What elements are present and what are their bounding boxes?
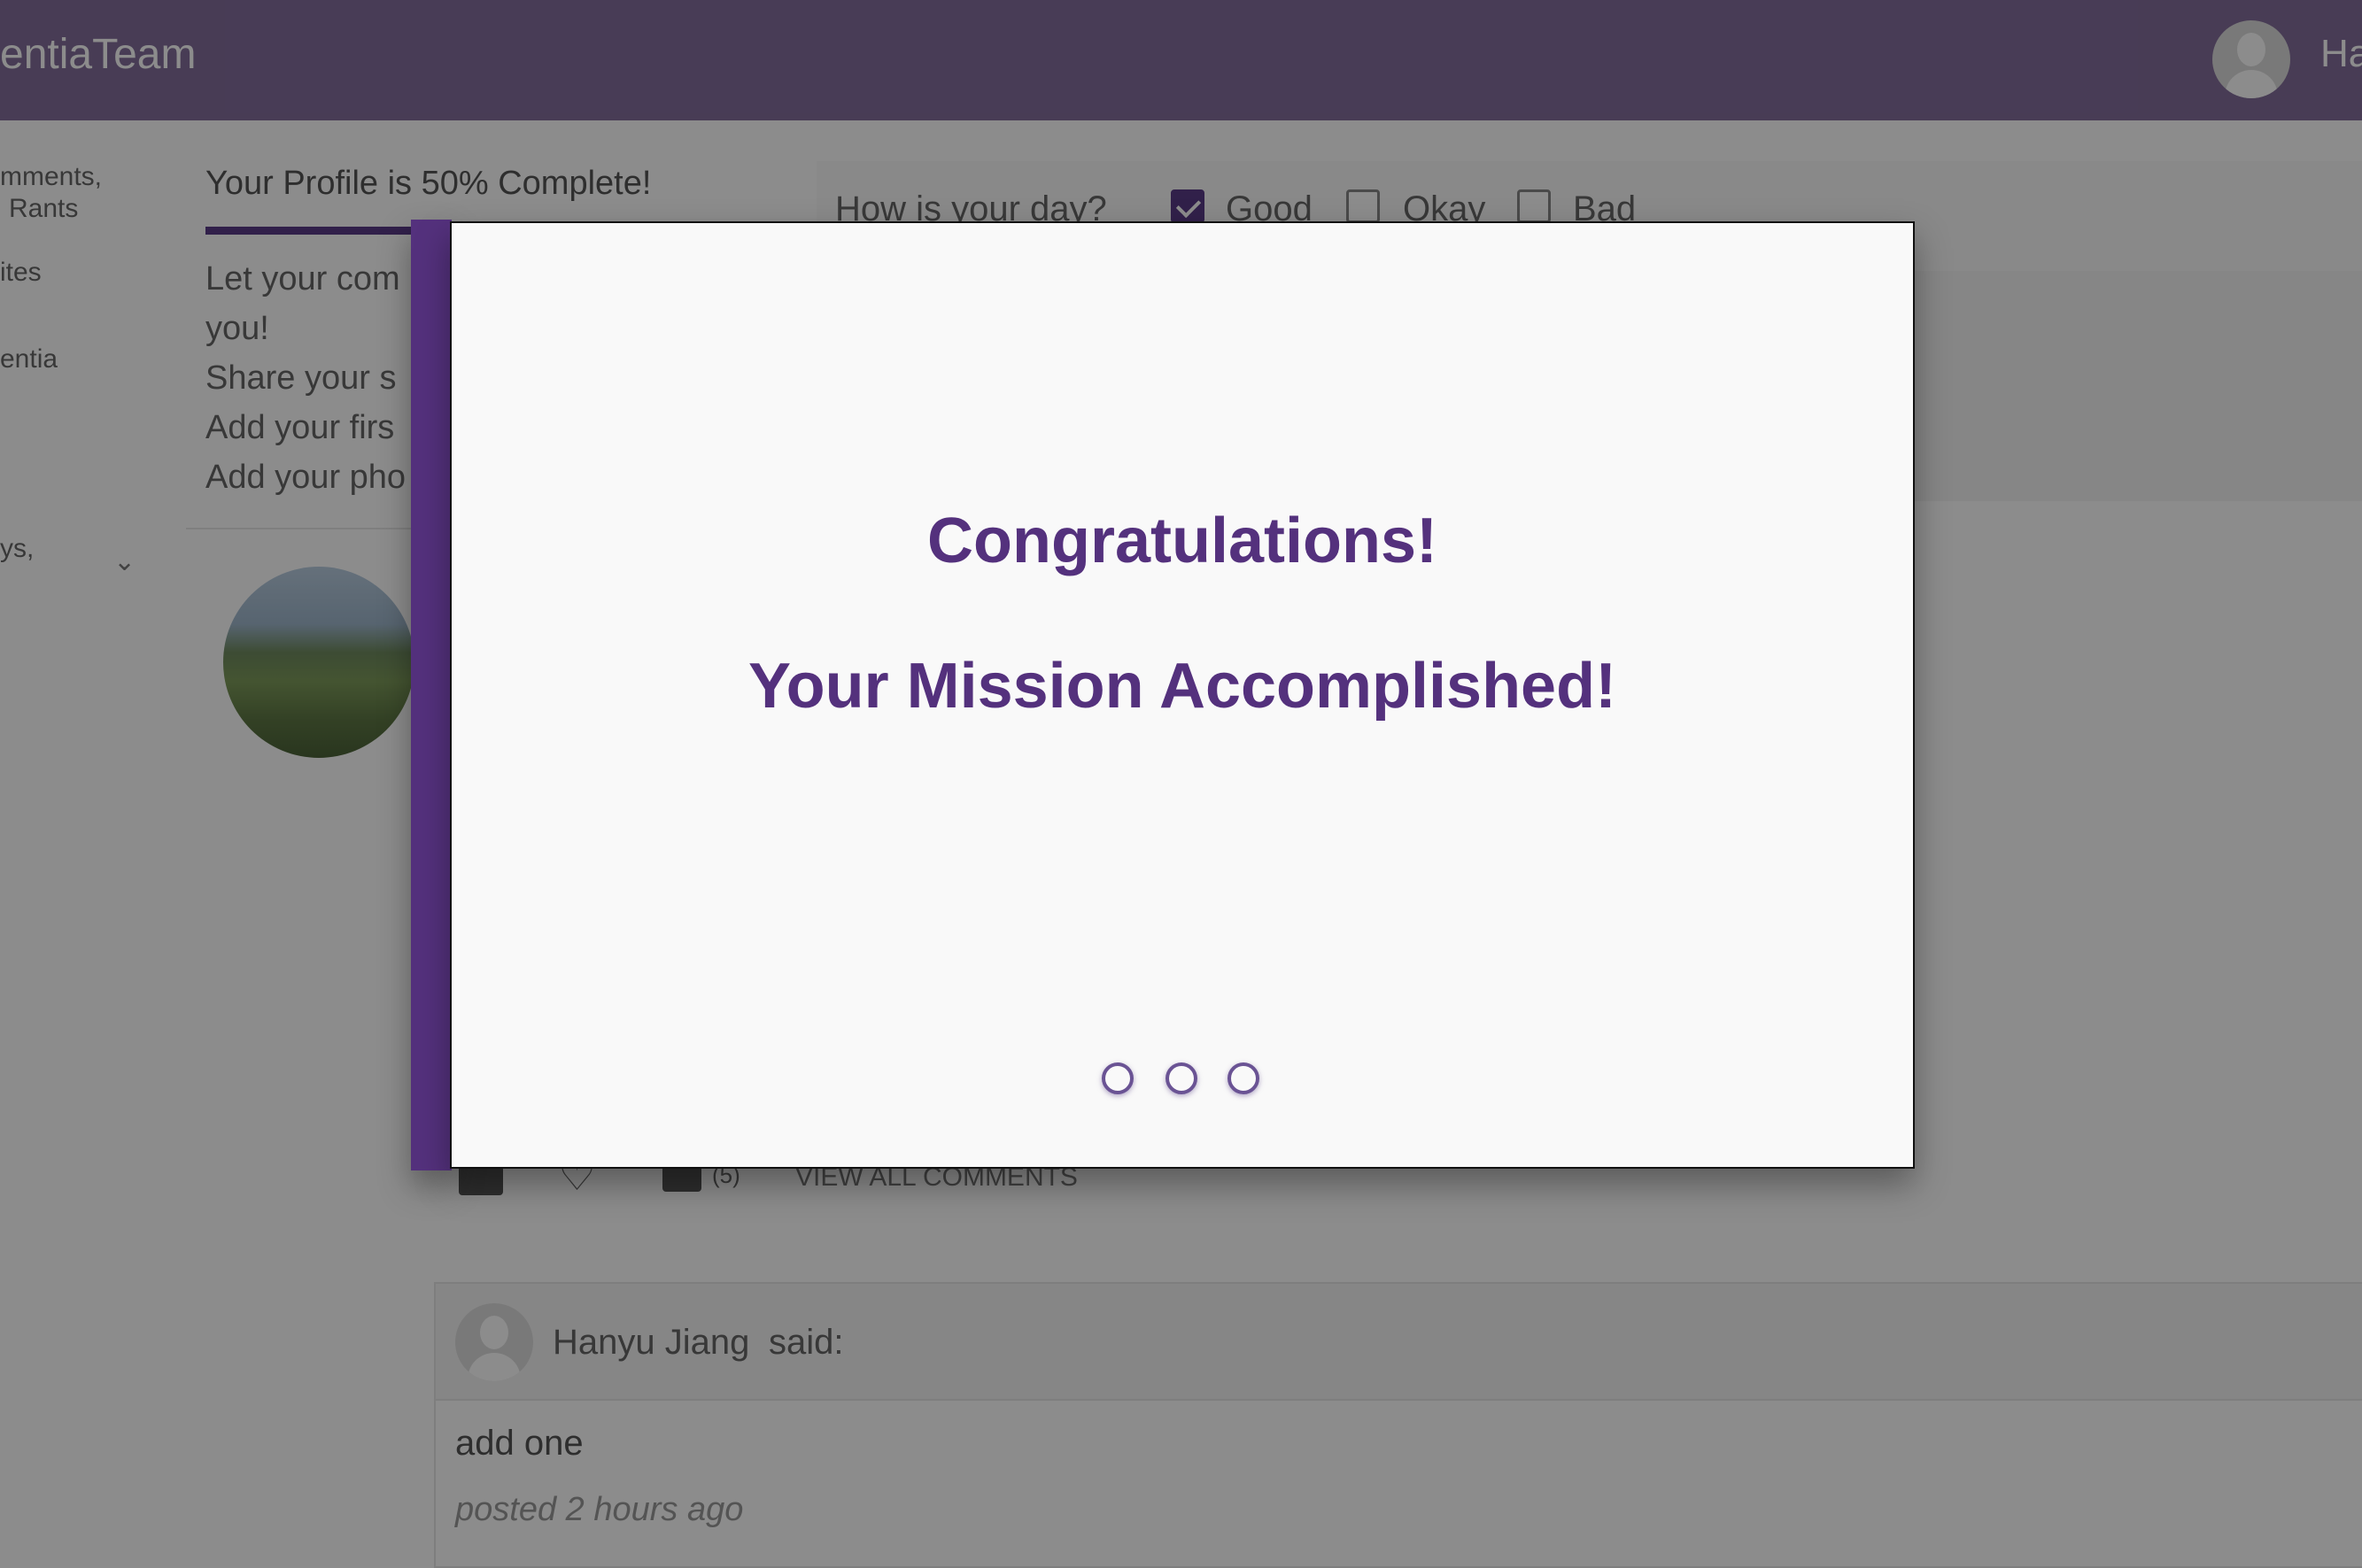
carousel-dot[interactable] — [1102, 1062, 1134, 1094]
modal-title: Congratulations! — [927, 506, 1437, 576]
carousel-dot[interactable] — [1227, 1062, 1259, 1094]
carousel-dot[interactable] — [1166, 1062, 1197, 1094]
app-window: entiaTeam Ha mments, Rants ites entia ys… — [0, 0, 2362, 1568]
modal-subtitle: Your Mission Accomplished! — [747, 651, 1617, 722]
modal-accent-bar — [411, 220, 452, 1170]
congratulations-modal: Congratulations! Your Mission Accomplish… — [450, 221, 1915, 1169]
